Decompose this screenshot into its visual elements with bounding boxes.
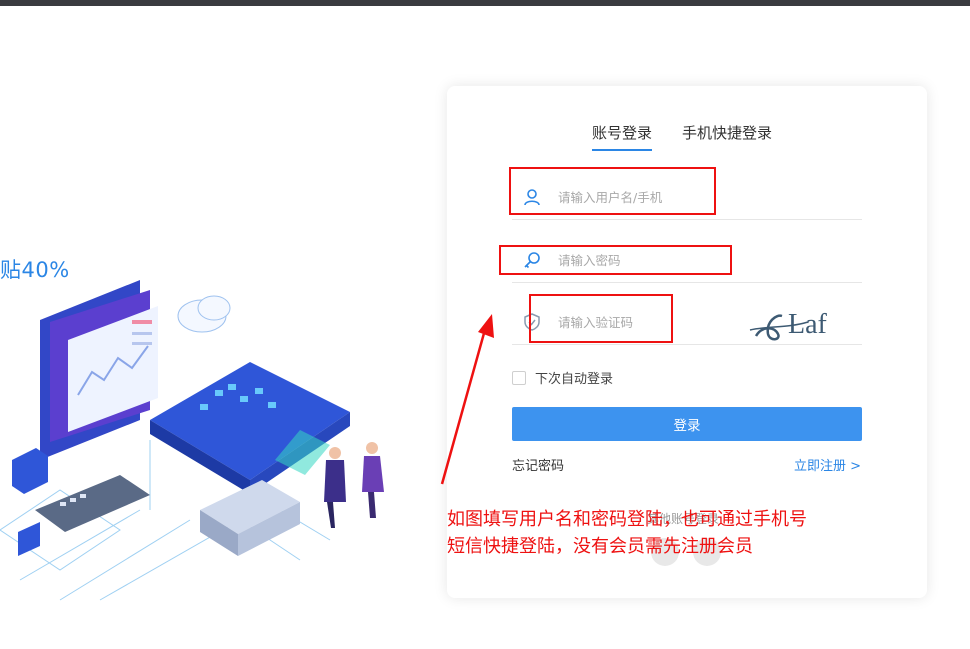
tab-phone-login[interactable]: 手机快捷登录	[682, 122, 772, 151]
datacenter-illustration	[0, 280, 384, 601]
annotation-box-captcha	[529, 294, 673, 343]
login-tabs: 账号登录 手机快捷登录	[592, 122, 772, 151]
annotation-arrow	[440, 314, 494, 485]
register-link[interactable]: 立即注册 >	[794, 455, 861, 474]
captcha-image[interactable]: Laf	[748, 300, 848, 342]
annotation-box-password	[499, 245, 732, 275]
annotation-text: 如图填写用户名和密码登陆，也可通过手机号 短信快捷登陆，没有会员需先注册会员	[447, 506, 887, 560]
captcha-text: Laf	[788, 309, 828, 340]
tab-account-login[interactable]: 账号登录	[592, 122, 653, 151]
annotation-line-1: 如图填写用户名和密码登陆，也可通过手机号	[447, 509, 807, 530]
login-button[interactable]: 登录	[512, 407, 862, 441]
annotation-box-username	[509, 167, 716, 215]
remember-checkbox[interactable]	[512, 370, 526, 385]
annotation-line-2: 短信快捷登陆，没有会员需先注册会员	[447, 536, 753, 557]
remember-me: 下次自动登录	[512, 368, 613, 387]
forgot-password-link[interactable]: 忘记密码	[512, 455, 564, 474]
remember-label: 下次自动登录	[535, 372, 614, 387]
top-bar	[0, 0, 970, 6]
